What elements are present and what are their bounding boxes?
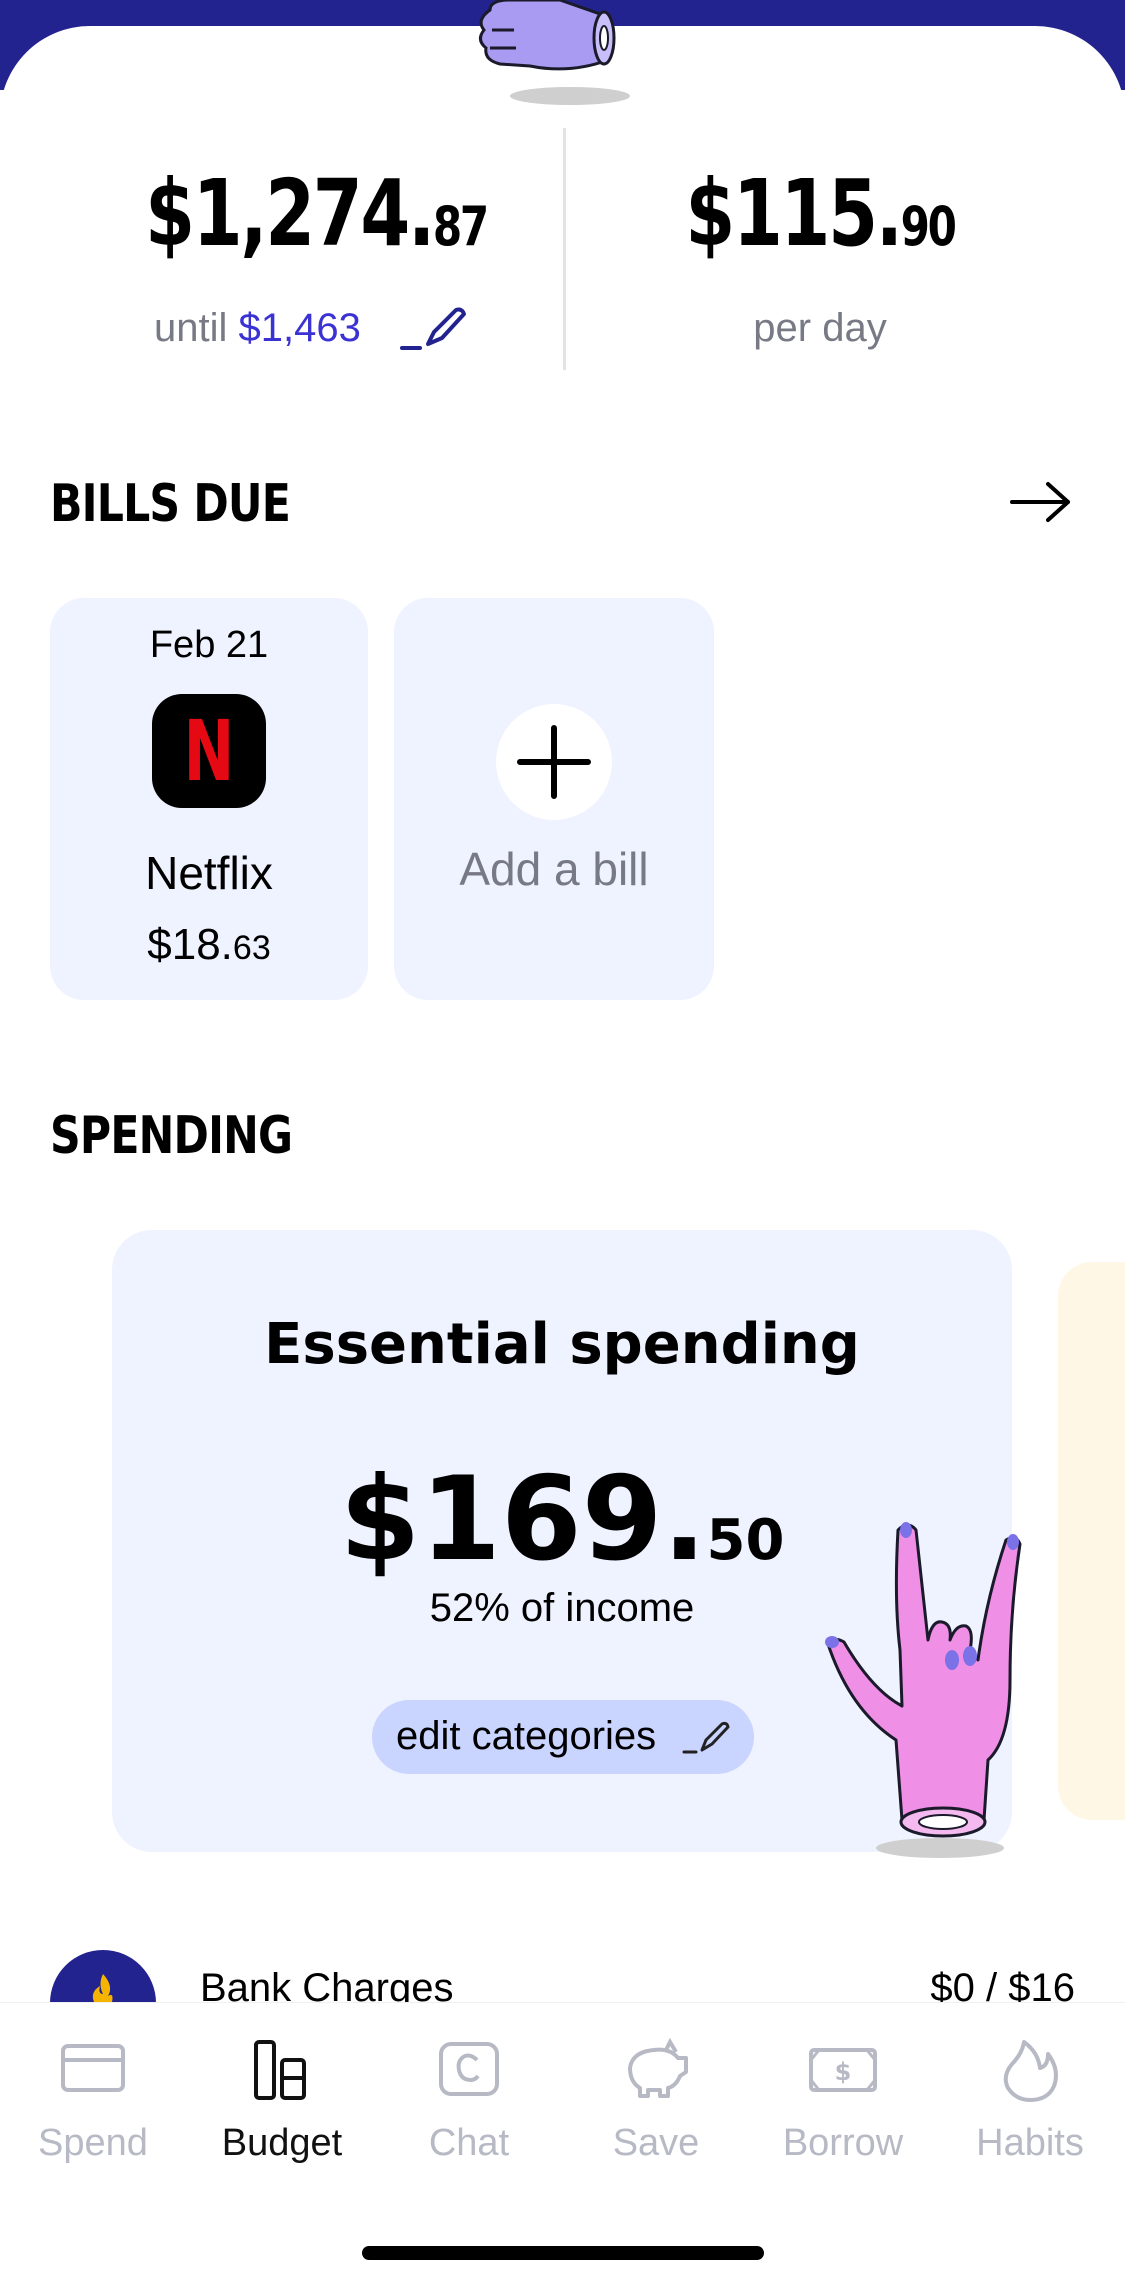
edit-categories-label: edit categories — [396, 1714, 657, 1758]
tab-habits-label: Habits — [976, 2122, 1084, 2164]
bill-card-netflix[interactable]: Feb 21 N Netflix $18.63 — [50, 598, 368, 1000]
edit-pencil-icon — [682, 1721, 730, 1754]
spending-title: SPENDING — [50, 1106, 293, 1166]
next-spending-card-peek[interactable] — [1058, 1262, 1125, 1820]
edit-categories-button[interactable]: edit categories — [372, 1700, 754, 1774]
budget-icon — [254, 2040, 306, 2100]
remaining-amount-main: $1,274. — [145, 160, 435, 267]
cash-icon: $ — [809, 2048, 877, 2092]
category-row-bank-charges[interactable]: Bank Charges $0 / $16 — [0, 1950, 1125, 2056]
tab-save-label: Save — [612, 2122, 700, 2164]
bill-name: Netflix — [145, 847, 273, 899]
bill-amount-main: $18. — [147, 920, 233, 969]
rock-hand-illustration — [825, 1522, 1022, 1858]
spending-amount-cents: 50 — [706, 1508, 785, 1573]
tab-spend-label: Spend — [38, 2122, 148, 2164]
tab-chat[interactable]: Chat — [389, 2030, 549, 2180]
bill-date: Feb 21 — [149, 624, 269, 666]
flame-icon — [1003, 2040, 1058, 2102]
plus-icon — [517, 725, 591, 799]
per-day-amount: $115.90 — [620, 160, 1020, 267]
home-indicator[interactable] — [362, 2246, 764, 2260]
tab-budget-label: Budget — [221, 2122, 343, 2164]
bill-amount: $18.63 — [50, 920, 368, 970]
per-day-amount-main: $115. — [685, 160, 903, 267]
svg-text:$: $ — [835, 2058, 852, 2086]
remaining-amount-cents: 87 — [432, 195, 489, 258]
tab-spend[interactable]: Spend — [13, 2030, 173, 2180]
bill-amount-cents: 63 — [232, 929, 271, 967]
tab-budget[interactable]: Budget — [202, 2030, 362, 2180]
tab-borrow[interactable]: $ Borrow — [763, 2030, 923, 2180]
tab-save[interactable]: Save — [576, 2030, 736, 2180]
remaining-balance: $1,274.87 — [100, 160, 510, 267]
per-day-amount-cents: 90 — [900, 195, 957, 258]
add-bill-label: Add a bill — [459, 843, 649, 895]
tab-habits[interactable]: Habits — [950, 2030, 1110, 2180]
until-amount-link[interactable]: $1,463 — [239, 306, 361, 350]
until-row: until $1,463 — [154, 306, 361, 351]
netflix-logo-icon: N — [152, 694, 266, 808]
thumbs-up-hand-illustration — [479, 0, 630, 105]
spending-card-title: Essential spending — [264, 1312, 860, 1377]
netflix-logo-letter: N — [183, 702, 235, 800]
arrow-right-icon[interactable] — [1008, 476, 1074, 528]
spending-amount-main: $169. — [339, 1452, 707, 1587]
tab-borrow-label: Borrow — [782, 2122, 904, 2164]
tab-chat-label: Chat — [428, 2122, 510, 2164]
piggy-bank-icon — [628, 2038, 688, 2098]
card-icon — [61, 2044, 125, 2092]
until-label: until — [154, 306, 228, 350]
add-bill-circle — [496, 704, 612, 820]
add-bill-card[interactable]: Add a bill — [394, 598, 714, 1000]
flame-icon — [92, 1974, 113, 2002]
summary-divider — [563, 128, 566, 370]
per-day-label: per day — [753, 306, 887, 350]
edit-pencil-icon[interactable] — [398, 304, 468, 354]
bills-due-title: BILLS DUE — [50, 474, 291, 534]
chat-icon — [439, 2042, 499, 2096]
